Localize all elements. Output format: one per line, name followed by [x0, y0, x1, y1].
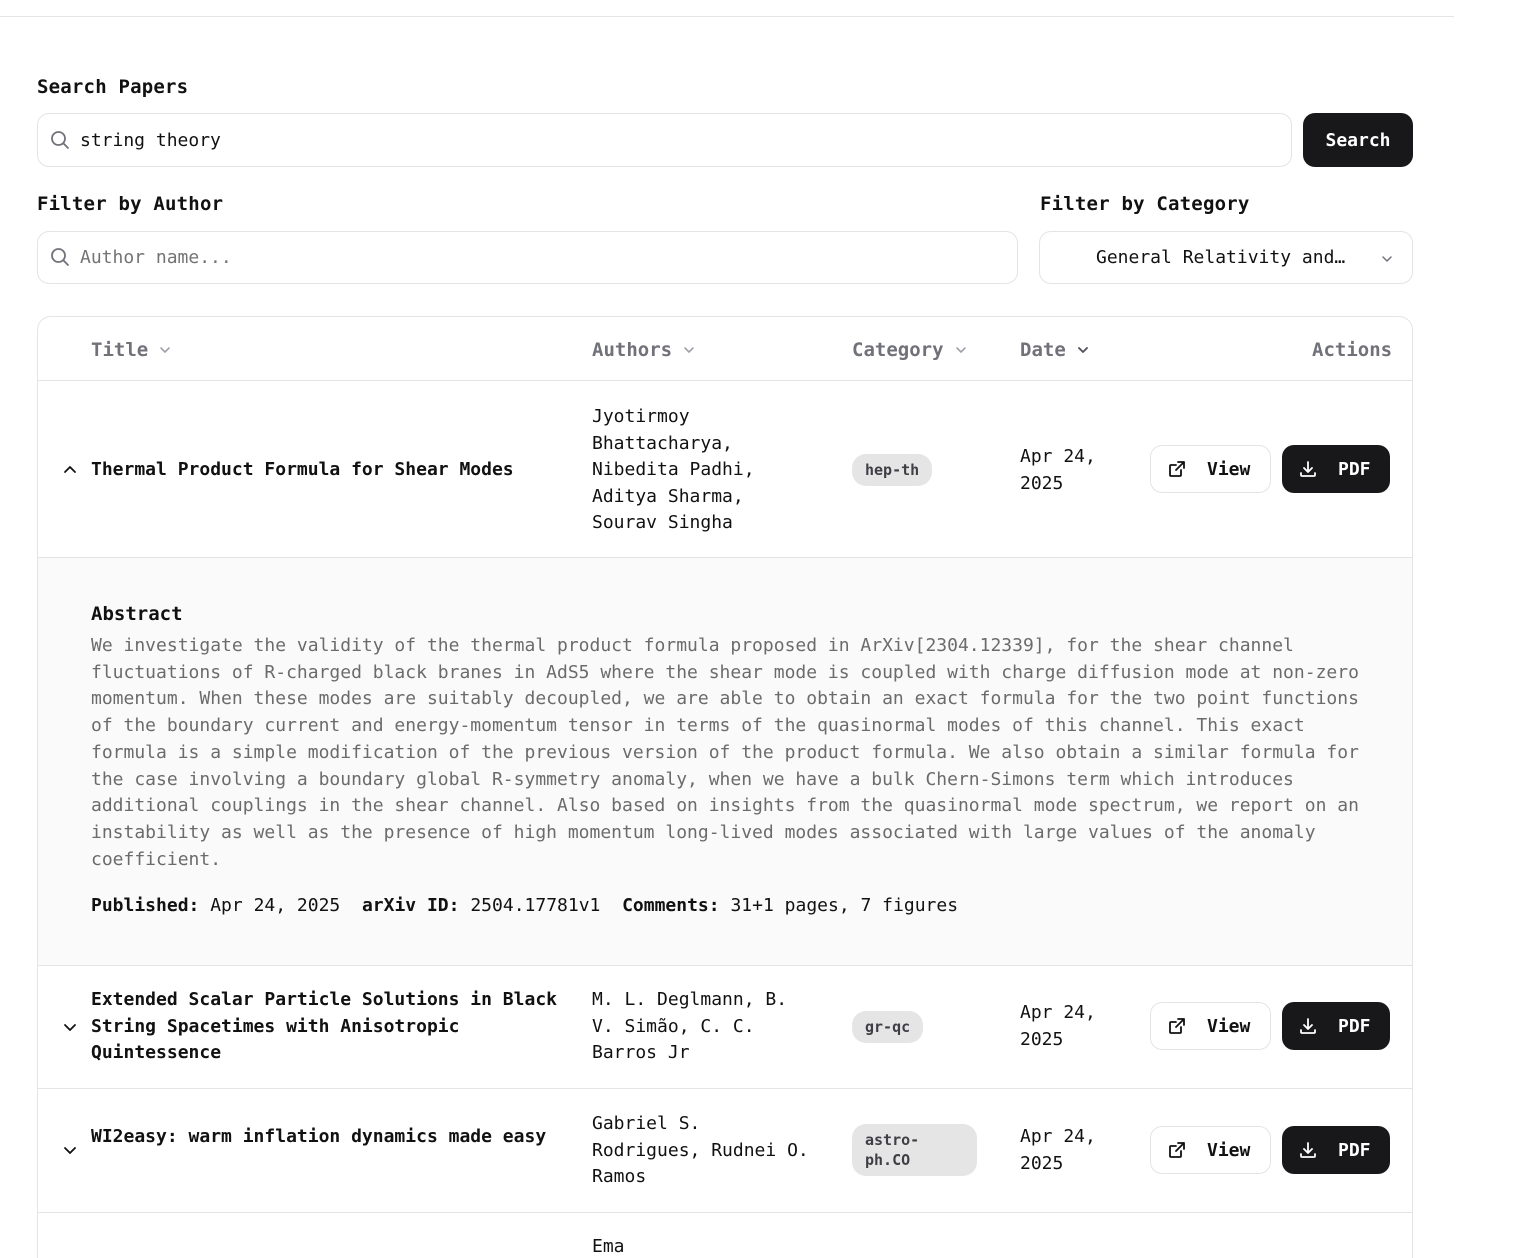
- chevron-down-icon[interactable]: [62, 1142, 78, 1158]
- arxiv-id-label: arXiv ID:: [361, 895, 460, 916]
- paper-title[interactable]: Thermal Product Formula for Shear Modes: [91, 457, 561, 484]
- search-icon: [51, 131, 69, 149]
- view-button-label: View: [1207, 1139, 1251, 1161]
- view-button[interactable]: View: [1150, 1126, 1271, 1174]
- abstract-heading: Abstract: [91, 603, 183, 625]
- column-header-actions: Actions: [1312, 339, 1392, 361]
- search-input-container[interactable]: [37, 113, 1292, 167]
- published-date: Apr 24, 2025: [210, 895, 341, 916]
- paper-date: Apr 24, 2025: [1020, 1002, 1096, 1050]
- comments: 31+1 pages, 7 figures: [730, 895, 959, 916]
- paper-title[interactable]: WI2easy: warm inflation dynamics made ea…: [91, 1124, 561, 1151]
- header-divider: [38, 380, 1412, 381]
- paper-title[interactable]: Extended Scalar Particle Solutions in Bl…: [91, 987, 561, 1067]
- category-badge: hep-th: [852, 454, 933, 486]
- column-header-authors[interactable]: Authors: [592, 339, 696, 361]
- column-header-title-label: Title: [91, 339, 149, 361]
- external-link-icon: [1169, 1142, 1185, 1158]
- category-select-value: General Relativity and…: [1096, 247, 1346, 268]
- paper-authors: Gabriel S. Rodrigues, Rudnei O. Ramos: [592, 1113, 809, 1187]
- download-icon: [1300, 461, 1316, 477]
- search-input[interactable]: [80, 114, 1180, 166]
- column-header-authors-label: Authors: [592, 339, 673, 361]
- paper-date: Apr 24, 2025: [1020, 446, 1096, 494]
- chevron-down-icon[interactable]: [62, 1019, 78, 1035]
- paper-authors: Ema: [592, 1236, 625, 1257]
- search-button[interactable]: Search: [1303, 113, 1413, 167]
- abstract-text: We investigate the validity of the therm…: [91, 635, 1359, 870]
- author-filter-container[interactable]: [37, 231, 1018, 284]
- column-header-date-label: Date: [1020, 339, 1066, 361]
- row-divider: [38, 965, 1412, 966]
- abstract-panel: Abstract We investigate the validity of …: [38, 558, 1412, 965]
- top-divider: [0, 16, 1454, 17]
- row-divider: [38, 1212, 1412, 1213]
- download-icon: [1300, 1142, 1316, 1158]
- chevron-down-icon: [1077, 347, 1088, 353]
- category-badge: astro-ph.CO: [852, 1124, 977, 1176]
- chevron-down-icon: [955, 347, 966, 353]
- search-label: Search Papers: [37, 76, 189, 98]
- column-header-category[interactable]: Category: [852, 339, 968, 361]
- view-button-label: View: [1207, 1015, 1251, 1037]
- category-filter-label: Filter by Category: [1040, 193, 1250, 215]
- external-link-icon: [1169, 461, 1185, 477]
- papers-table: Title Authors Category Date Actions Ther…: [37, 316, 1413, 1258]
- chevron-up-icon[interactable]: [62, 462, 78, 478]
- view-button[interactable]: View: [1150, 1002, 1271, 1050]
- paper-metadata: Published: Apr 24, 2025 arXiv ID: 2504.1…: [91, 895, 958, 916]
- search-icon: [51, 248, 69, 266]
- external-link-icon: [1169, 1018, 1185, 1034]
- pdf-button-label: PDF: [1338, 1139, 1371, 1161]
- author-filter-label: Filter by Author: [37, 193, 224, 215]
- chevron-down-icon: [1382, 256, 1392, 262]
- pdf-download-button[interactable]: PDF: [1282, 445, 1390, 493]
- comments-label: Comments:: [622, 895, 720, 916]
- view-button-label: View: [1207, 458, 1251, 480]
- category-badge: gr-qc: [852, 1011, 924, 1043]
- row-divider: [38, 1088, 1412, 1089]
- arxiv-id: 2504.17781v1: [470, 895, 601, 916]
- pdf-download-button[interactable]: PDF: [1282, 1126, 1390, 1174]
- view-button[interactable]: View: [1150, 445, 1271, 493]
- download-icon: [1300, 1018, 1316, 1034]
- chevron-down-icon: [684, 347, 694, 353]
- category-select[interactable]: General Relativity and…: [1039, 231, 1413, 284]
- published-label: Published:: [91, 895, 200, 916]
- pdf-download-button[interactable]: PDF: [1282, 1002, 1390, 1050]
- column-header-title[interactable]: Title: [91, 339, 172, 361]
- pdf-button-label: PDF: [1338, 1015, 1371, 1037]
- paper-authors: M. L. Deglmann, B. V. Simão, C. C. Barro…: [592, 989, 788, 1063]
- paper-authors: Jyotirmoy Bhattacharya, Nibedita Padhi, …: [592, 406, 755, 533]
- pdf-button-label: PDF: [1338, 458, 1371, 480]
- column-header-category-label: Category: [852, 339, 944, 361]
- chevron-down-icon: [160, 347, 171, 353]
- paper-date: Apr 24, 2025: [1020, 1126, 1096, 1174]
- column-header-actions-label: Actions: [1312, 339, 1393, 361]
- column-header-date[interactable]: Date: [1020, 339, 1090, 361]
- author-filter-input[interactable]: [80, 232, 980, 283]
